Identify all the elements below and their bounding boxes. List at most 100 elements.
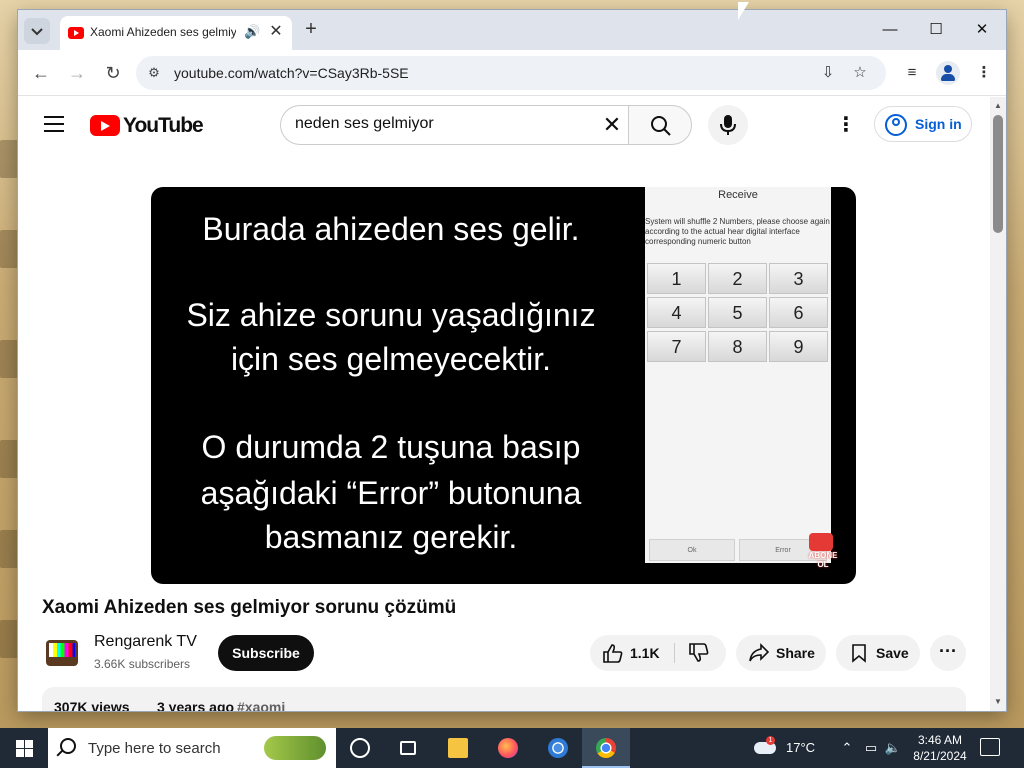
close-tab-button[interactable]: ✕: [266, 22, 286, 42]
windows-taskbar: Type here to search 1 17°C ⌃ ▭ 🔈 3:46 AM…: [0, 728, 1024, 768]
firefox-button[interactable]: [484, 728, 532, 768]
start-button[interactable]: [0, 728, 48, 768]
save-button[interactable]: Save: [836, 635, 920, 671]
task-view-icon: [400, 741, 416, 755]
speaker-icon[interactable]: 🔊: [244, 24, 260, 40]
chrome-button[interactable]: [582, 728, 630, 768]
scroll-up-arrow-icon[interactable]: ▲: [994, 101, 1002, 110]
search-icon: [651, 116, 671, 136]
browser-tab-active[interactable]: Xaomi Ahizeden ses gelmiyor sorunu çözüm…: [60, 16, 292, 50]
settings-kebab-icon[interactable]: ⋮: [834, 111, 858, 139]
browser-menu-icon[interactable]: ⋮: [972, 61, 996, 85]
scroll-down-arrow-icon[interactable]: ▼: [994, 697, 1002, 706]
search-input[interactable]: [295, 115, 585, 133]
subscribe-button[interactable]: Subscribe: [218, 635, 314, 671]
hashtag-link[interactable]: #xaomi: [237, 699, 285, 711]
view-count: 307K views: [54, 699, 130, 711]
address-bar[interactable]: ⚙ youtube.com/watch?v=CSay3Rb-5SE ⇩ ☆: [136, 56, 886, 90]
forward-button[interactable]: →: [64, 60, 90, 86]
voice-search-button[interactable]: [708, 105, 748, 145]
taskbar-search-placeholder: Type here to search: [88, 740, 221, 757]
share-label: Share: [776, 645, 815, 661]
desktop-icon[interactable]: [0, 230, 18, 268]
clock-time: 3:46 AM: [917, 733, 963, 747]
url-text[interactable]: youtube.com/watch?v=CSay3Rb-5SE: [174, 65, 409, 81]
search-button[interactable]: [628, 105, 692, 145]
like-divider: [674, 643, 675, 663]
clear-search-icon[interactable]: ✕: [599, 112, 625, 138]
share-button[interactable]: Share: [736, 635, 826, 671]
search-box: ✕: [280, 105, 630, 145]
like-count: 1.1K: [630, 645, 660, 661]
new-tab-button[interactable]: +: [300, 19, 322, 41]
subscribe-badge-overlay: ABONE OL: [803, 533, 843, 573]
youtube-favicon-icon: [68, 27, 84, 39]
media-queue-icon[interactable]: ≡: [900, 61, 924, 85]
save-label: Save: [876, 645, 909, 661]
windows-logo-icon: [16, 740, 24, 748]
desktop-icon[interactable]: [0, 340, 18, 378]
install-icon[interactable]: ⇩: [818, 63, 838, 83]
network-icon[interactable]: ▭: [862, 739, 880, 757]
back-button[interactable]: ←: [28, 60, 54, 86]
desktop-icon[interactable]: [0, 530, 18, 568]
phone-ok-button: Ok: [649, 539, 735, 561]
like-dislike-group: 1.1K: [590, 635, 726, 671]
description-box[interactable]: 307K views 3 years ago #xaomi: [42, 687, 966, 711]
maximize-button[interactable]: ☐: [918, 18, 954, 42]
notification-center-icon[interactable]: [980, 738, 1000, 756]
phone-test-screen: Receive System will shuffle 2 Numbers, p…: [645, 187, 831, 563]
system-clock[interactable]: 3:46 AM 8/21/2024: [908, 732, 972, 764]
chevron-up-icon[interactable]: ⌃: [838, 739, 856, 757]
account-icon: [885, 114, 907, 136]
close-window-button[interactable]: ✕: [964, 18, 1000, 42]
more-actions-button[interactable]: ···: [930, 635, 966, 671]
badge-text: OL: [817, 560, 829, 569]
volume-muted-icon[interactable]: 🔈: [884, 739, 902, 757]
thumbs-up-icon: [603, 644, 623, 663]
browser-app-icon: [548, 738, 568, 758]
overlay-line: basmanız gerekir.: [264, 519, 518, 555]
desktop-icon[interactable]: [0, 620, 18, 658]
temperature[interactable]: 17°C: [786, 740, 815, 755]
keypad-key: 1: [647, 263, 706, 294]
desktop-icon[interactable]: [0, 140, 18, 178]
subscriber-count: 3.66K subscribers: [94, 657, 191, 671]
publish-date: 3 years ago: [157, 699, 235, 711]
file-explorer-button[interactable]: [434, 728, 482, 768]
youtube-play-logo-icon: [90, 115, 120, 136]
taskbar-search-box[interactable]: Type here to search: [48, 728, 336, 768]
dislike-button[interactable]: [676, 635, 724, 671]
sign-in-label: Sign in: [915, 116, 962, 132]
keypad-key: 8: [708, 331, 767, 362]
bookmark-icon: [852, 644, 866, 663]
cortana-button[interactable]: [336, 728, 384, 768]
bookmark-star-icon[interactable]: ☆: [850, 63, 870, 83]
thumbs-down-icon: [689, 643, 709, 662]
browser-app-button[interactable]: [534, 728, 582, 768]
profile-icon[interactable]: [936, 61, 960, 85]
desktop-icon[interactable]: [0, 440, 18, 478]
youtube-logo[interactable]: YouTube: [90, 114, 210, 138]
channel-avatar[interactable]: [42, 634, 82, 674]
channel-name[interactable]: Rengarenk TV: [94, 633, 197, 651]
like-button[interactable]: 1.1K: [590, 635, 674, 671]
browser-window: Xaomi Ahizeden ses gelmiyor sorunu çözüm…: [18, 10, 1006, 711]
task-view-button[interactable]: [384, 728, 432, 768]
reload-button[interactable]: ↻: [100, 60, 126, 86]
weather-widget[interactable]: 1: [752, 736, 778, 758]
minimize-button[interactable]: —: [872, 18, 908, 42]
overlay-line: için ses gelmeyecektir.: [230, 341, 552, 377]
youtube-logo-text: YouTube: [123, 114, 204, 137]
sign-in-button[interactable]: Sign in: [874, 106, 972, 142]
phone-screen-title: Receive: [718, 189, 758, 201]
scrollbar-thumb[interactable]: [993, 115, 1003, 233]
cortana-icon: [350, 738, 370, 758]
site-info-icon[interactable]: ⚙: [146, 65, 162, 81]
tab-search-button[interactable]: [24, 18, 50, 44]
hamburger-menu-icon[interactable]: [44, 116, 64, 132]
keypad-key: 2: [708, 263, 767, 294]
vertical-scrollbar[interactable]: ▲ ▼: [990, 97, 1006, 711]
video-player[interactable]: Burada ahizeden ses gelir. Siz ahize sor…: [151, 187, 856, 584]
keypad-key: 3: [769, 263, 828, 294]
